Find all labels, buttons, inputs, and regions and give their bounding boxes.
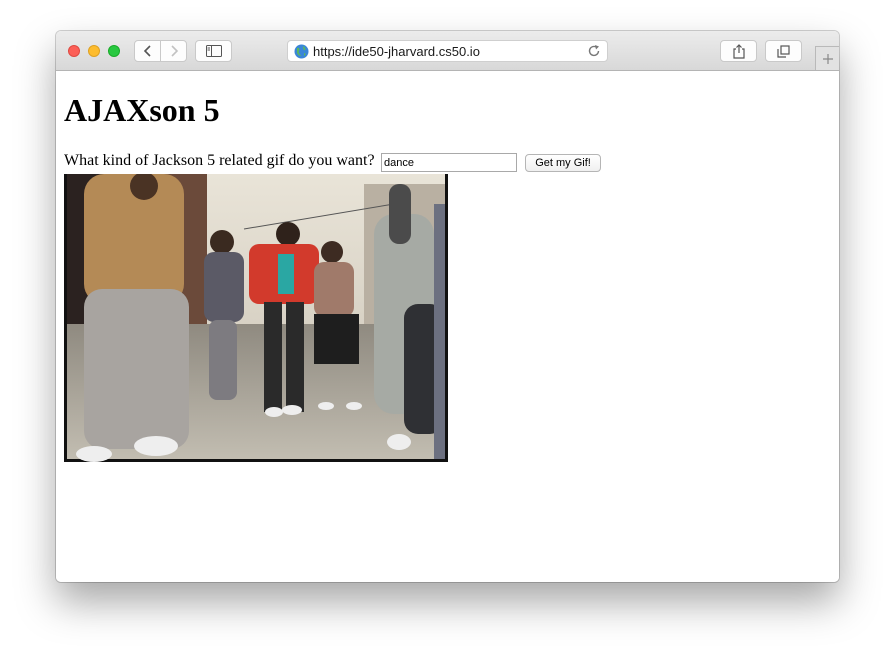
search-prompt-label: What kind of Jackson 5 related gif do yo… — [64, 152, 375, 169]
globe-icon — [294, 44, 309, 59]
new-tab-button[interactable] — [815, 46, 839, 70]
url-text[interactable]: https://ide50-jharvard.cs50.io — [313, 44, 480, 59]
gif-search-input[interactable] — [381, 153, 517, 172]
tab-overview-icon — [777, 44, 790, 58]
close-window-button[interactable] — [68, 45, 80, 57]
back-button[interactable] — [134, 40, 161, 62]
browser-window: https://ide50-jharvard.cs50.io AJAXson 5… — [56, 31, 839, 582]
minimize-window-button[interactable] — [88, 45, 100, 57]
browser-toolbar: https://ide50-jharvard.cs50.io — [56, 31, 839, 71]
reload-icon[interactable] — [587, 44, 601, 58]
plus-icon — [822, 53, 833, 64]
chevron-right-icon — [170, 45, 178, 57]
share-button[interactable] — [720, 40, 757, 62]
address-bar[interactable]: https://ide50-jharvard.cs50.io — [287, 40, 608, 62]
tab-overview-button[interactable] — [765, 40, 802, 62]
page-title: AJAXson 5 — [64, 92, 220, 128]
sidebar-button[interactable] — [195, 40, 232, 62]
forward-button[interactable] — [160, 40, 187, 62]
share-icon — [732, 43, 745, 59]
maximize-window-button[interactable] — [108, 45, 120, 57]
page-content: AJAXson 5 What kind of Jackson 5 related… — [56, 71, 839, 582]
result-gif-image — [64, 174, 448, 462]
chevron-left-icon — [143, 45, 151, 57]
sidebar-icon — [205, 45, 222, 57]
get-gif-button[interactable]: Get my Gif! — [525, 154, 601, 172]
gif-search-form: What kind of Jackson 5 related gif do yo… — [64, 152, 764, 174]
